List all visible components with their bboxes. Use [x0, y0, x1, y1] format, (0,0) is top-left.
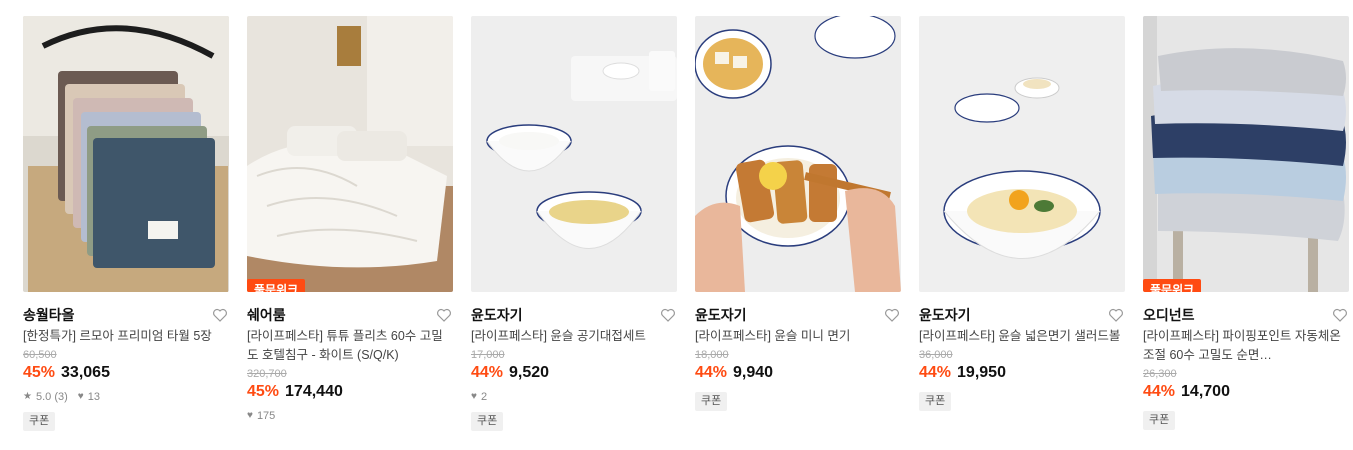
- coupon-tag: 쿠폰: [695, 392, 728, 411]
- product-title[interactable]: [라이프페스타] 윤슬 공기대접세트: [471, 327, 677, 346]
- product-card[interactable]: 송월타올 [한정특가] 르모아 프리미엄 타월 5장 60,500 45% 33,…: [23, 16, 229, 431]
- noodle-bowl-image: [919, 16, 1125, 292]
- original-price: 18,000: [695, 349, 729, 361]
- rice-bowl-soup-image: [471, 16, 677, 292]
- coupon-tag: 쿠폰: [23, 412, 56, 431]
- heart-small-icon: ♥: [247, 410, 253, 421]
- like-count: 13: [87, 391, 100, 403]
- heart-icon[interactable]: [883, 306, 901, 324]
- coupon-tag: 쿠폰: [471, 412, 504, 431]
- original-price: 320,700: [247, 368, 287, 380]
- rating: 5.0 (3): [35, 391, 68, 403]
- brand-name[interactable]: 윤도자기: [695, 307, 747, 323]
- product-card[interactable]: 풀문위크 쉐어룸 [라이프페스타] 튜튜 플리츠 60수 고밀도 호텔침구 - …: [247, 16, 453, 423]
- sale-price: 9,940: [733, 364, 774, 381]
- pillow-stack-image: [1143, 16, 1349, 292]
- bedding-room-image: [247, 16, 453, 292]
- product-image[interactable]: 풀문위크: [247, 16, 453, 292]
- sale-price: 174,440: [285, 383, 343, 400]
- sale-price: 19,950: [957, 364, 1006, 381]
- heart-icon[interactable]: [1331, 306, 1349, 324]
- discount-rate: 44%: [471, 364, 504, 381]
- sale-price: 9,520: [509, 364, 550, 381]
- discount-rate: 44%: [1143, 383, 1176, 400]
- original-price: 17,000: [471, 349, 505, 361]
- heart-icon[interactable]: [435, 306, 453, 324]
- original-price: 36,000: [919, 349, 953, 361]
- product-grid: 송월타올 [한정특가] 르모아 프리미엄 타월 5장 60,500 45% 33,…: [0, 0, 1353, 450]
- original-price: 26,300: [1143, 368, 1177, 380]
- original-price: 60,500: [23, 349, 57, 361]
- product-title[interactable]: [라이프페스타] 파이핑포인트 자동체온조절 60수 고밀도 순면…: [1143, 327, 1349, 365]
- event-badge: 풀문위크: [247, 279, 306, 292]
- product-title[interactable]: [라이프페스타] 윤슬 미니 면기: [695, 327, 901, 346]
- like-count: 2: [480, 391, 488, 403]
- product-image[interactable]: [695, 16, 901, 292]
- product-card[interactable]: 윤도자기 [라이프페스타] 윤슬 미니 면기 18,000 44% 9,940 쿠…: [695, 16, 901, 411]
- brand-name[interactable]: 쉐어룸: [247, 307, 286, 323]
- product-card[interactable]: 윤도자기 [라이프페스타] 윤슬 공기대접세트 17,000 44% 9,520 …: [471, 16, 677, 431]
- product-title[interactable]: [한정특가] 르모아 프리미엄 타월 5장: [23, 327, 229, 346]
- heart-small-icon: ♥: [77, 391, 84, 402]
- cutlet-bowl-image: [695, 16, 901, 292]
- heart-icon[interactable]: [659, 306, 677, 324]
- product-title[interactable]: [라이프페스타] 튜튜 플리츠 60수 고밀도 호텔침구 - 화이트 (S/Q/…: [247, 327, 453, 365]
- sale-price: 14,700: [1181, 383, 1230, 400]
- heart-icon[interactable]: [211, 306, 229, 324]
- event-badge: 풀문위크: [1143, 279, 1202, 292]
- product-card[interactable]: 윤도자기 [라이프페스타] 윤슬 넓은면기 샐러드볼 36,000 44% 19,…: [919, 16, 1125, 411]
- discount-rate: 45%: [23, 364, 56, 381]
- heart-small-icon: ♥: [471, 391, 477, 402]
- product-image[interactable]: [23, 16, 229, 292]
- brand-name[interactable]: 송월타올: [23, 307, 75, 323]
- like-count: 175: [256, 410, 276, 422]
- brand-name[interactable]: 윤도자기: [471, 307, 523, 323]
- product-title[interactable]: [라이프페스타] 윤슬 넓은면기 샐러드볼: [919, 327, 1125, 346]
- coupon-tag: 쿠폰: [1143, 411, 1176, 430]
- heart-icon[interactable]: [1107, 306, 1125, 324]
- product-image[interactable]: 풀문위크: [1143, 16, 1349, 292]
- product-image[interactable]: [471, 16, 677, 292]
- discount-rate: 45%: [247, 383, 280, 400]
- star-icon: ★: [23, 391, 32, 402]
- discount-rate: 44%: [919, 364, 952, 381]
- product-card[interactable]: 풀문위크 오디넌트 [라이프페스타] 파이핑포인트 자동체온조절 60수 고밀도…: [1143, 16, 1349, 430]
- sale-price: 33,065: [61, 364, 110, 381]
- brand-name[interactable]: 윤도자기: [919, 307, 971, 323]
- brand-name[interactable]: 오디넌트: [1143, 307, 1195, 323]
- discount-rate: 44%: [695, 364, 728, 381]
- towel-stack-image: [23, 16, 229, 292]
- coupon-tag: 쿠폰: [919, 392, 952, 411]
- product-image[interactable]: [919, 16, 1125, 292]
